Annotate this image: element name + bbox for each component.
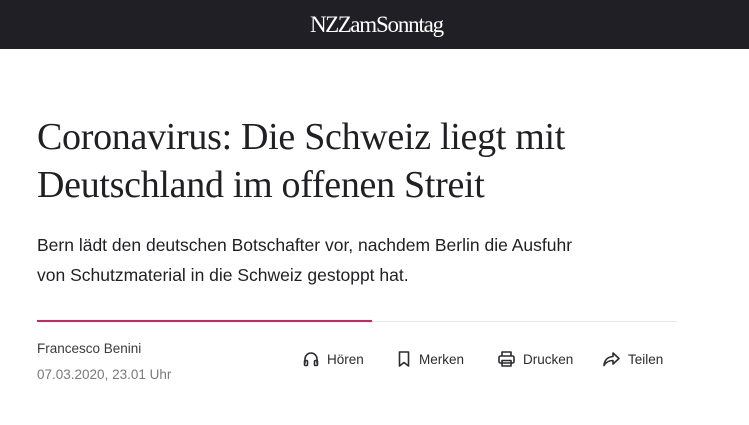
headline-line-2: Deutschland im offenen Streit	[37, 164, 485, 206]
bookmark-icon	[398, 351, 410, 367]
listen-button[interactable]: Hören	[302, 347, 364, 371]
bookmark-button[interactable]: Merken	[396, 347, 464, 371]
share-arrow-icon	[603, 352, 620, 367]
article-headline: Coronavirus: Die Schweiz liegt mit Deuts…	[37, 113, 717, 209]
site-header: NZZamSonntag	[0, 0, 749, 49]
article-lead: Bern lädt den deutschen Botschafter vor,…	[37, 230, 717, 290]
author-name[interactable]: Francesco Benini	[37, 341, 141, 356]
bookmark-label: Merken	[419, 351, 465, 367]
headphones-icon	[303, 352, 319, 367]
lead-line-2: von Schutzmaterial in die Schweiz gestop…	[37, 265, 409, 285]
meta-divider-accent	[37, 320, 372, 322]
nzz-am-sonntag-logo[interactable]: NZZamSonntag	[310, 12, 444, 37]
logo-am-sonntag: amSonntag	[350, 12, 444, 37]
share-button[interactable]: Teilen	[602, 347, 663, 371]
publish-date: 07.03.2020, 23.01 Uhr	[37, 367, 172, 382]
share-label: Teilen	[628, 351, 664, 367]
listen-label: Hören	[327, 351, 364, 367]
logo-nzz: NZZ	[310, 12, 352, 37]
lead-line-1: Bern lädt den deutschen Botschafter vor,…	[37, 235, 573, 255]
print-label: Drucken	[523, 351, 574, 367]
printer-icon	[498, 351, 515, 367]
headline-line-1: Coronavirus: Die Schweiz liegt mit	[37, 116, 566, 158]
print-button[interactable]: Drucken	[497, 347, 573, 371]
